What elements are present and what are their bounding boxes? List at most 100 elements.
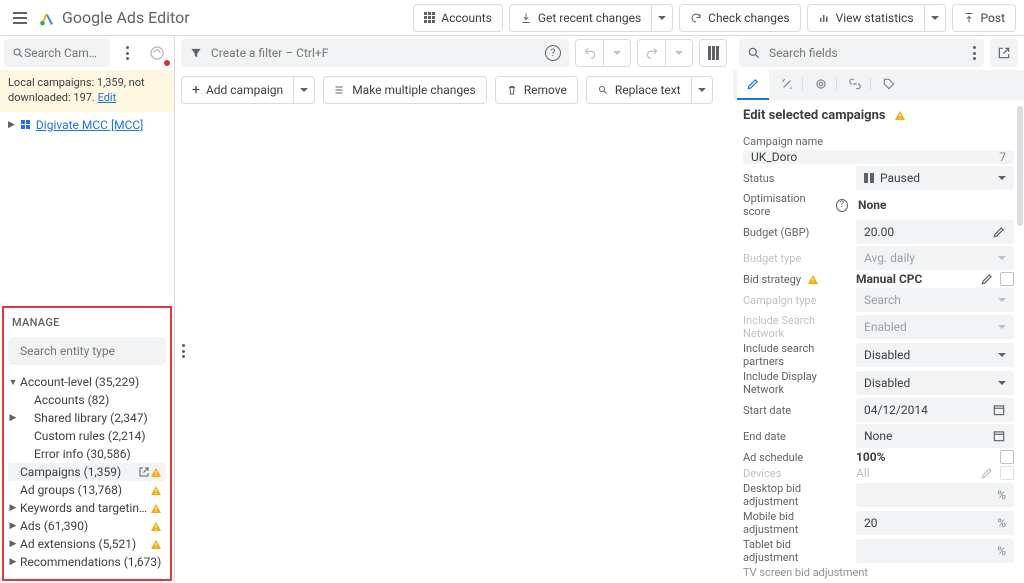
tree-item[interactable]: Campaigns (1,359) — [8, 463, 166, 481]
fields-search[interactable] — [739, 39, 984, 67]
percent-icon: % — [997, 516, 1006, 530]
budget-label: Budget (GBP) — [743, 226, 848, 239]
undo-button[interactable] — [575, 39, 603, 67]
post-button[interactable]: Post — [952, 4, 1016, 32]
tab-link[interactable] — [839, 70, 871, 100]
sync-status-icon[interactable] — [144, 40, 170, 66]
budget-field[interactable]: 20.00 — [856, 220, 1014, 244]
campaign-search[interactable] — [4, 39, 110, 67]
tablet-adj-field[interactable]: % — [856, 539, 1014, 563]
inc-search-net-select: Enabled — [856, 315, 1014, 339]
hamburger-menu[interactable] — [8, 6, 32, 30]
status-label: Status — [743, 172, 848, 185]
tree-item-label: Shared library (2,347) — [20, 411, 162, 425]
start-date-field[interactable]: 04/12/2014 — [856, 398, 1014, 422]
mcc-grid-icon — [21, 120, 30, 129]
mobile-adj-field[interactable]: 20% — [856, 511, 1014, 535]
tree-item[interactable]: ▶Ads (61,390) — [8, 517, 166, 535]
expand-caret-icon: ▶ — [8, 503, 18, 513]
redo-button[interactable] — [637, 39, 665, 67]
filter-icon — [189, 46, 203, 60]
expand-caret-icon: ▶ — [8, 413, 18, 423]
check-changes-button[interactable]: Check changes — [679, 4, 800, 32]
help-icon[interactable]: ? — [836, 199, 848, 212]
edit-panel-title: Edit selected campaigns — [743, 108, 886, 123]
replace-text-button[interactable]: Replace text — [586, 76, 691, 104]
tree-item-label: Error info (30,586) — [20, 447, 162, 461]
tree-item[interactable]: ▶Shared library (2,347) — [8, 409, 166, 427]
tree-item-label: Accounts (82) — [20, 393, 162, 407]
target-icon — [814, 77, 828, 91]
notice-edit-link[interactable]: Edit — [98, 91, 117, 104]
open-external-icon — [138, 466, 150, 478]
tree-item[interactable]: ▶Keywords and targeting (552,778) — [8, 499, 166, 517]
tab-tag[interactable] — [873, 70, 905, 100]
end-date-label: End date — [743, 430, 848, 443]
tree-item[interactable]: Ad groups (13,768) — [8, 481, 166, 499]
account-name-link[interactable]: Digivate MCC [MCC] — [36, 118, 143, 132]
desktop-adj-field[interactable]: % — [856, 483, 1014, 507]
calendar-icon — [992, 403, 1006, 417]
entity-search[interactable] — [8, 337, 166, 365]
account-tree-row[interactable]: ▶ Digivate MCC [MCC] — [0, 112, 174, 138]
tree-item[interactable]: ▼Account-level (35,229) — [8, 373, 166, 391]
popout-button[interactable] — [990, 39, 1018, 67]
calendar-icon — [992, 429, 1006, 443]
columns-button[interactable] — [699, 39, 727, 67]
tree-item[interactable]: ▶Recommendations (1,673) — [8, 553, 166, 571]
checkbox[interactable] — [1000, 272, 1014, 286]
add-campaign-button[interactable]: + Add campaign — [181, 76, 293, 104]
get-recent-caret[interactable] — [651, 4, 673, 32]
tree-item[interactable]: ▶Ad extensions (5,521) — [8, 535, 166, 553]
percent-icon: % — [997, 544, 1006, 558]
tab-edit[interactable] — [737, 70, 769, 100]
remove-button[interactable]: Remove — [495, 76, 578, 104]
campaign-search-input[interactable] — [24, 46, 102, 60]
tree-item-label: Campaigns (1,359) — [20, 465, 134, 479]
inc-partners-select[interactable]: Disabled — [856, 343, 1014, 367]
multi-edit-icon — [334, 84, 346, 96]
accounts-button[interactable]: Accounts — [413, 4, 503, 32]
campaign-name-field[interactable]: UK_Doro 7 — [743, 150, 1014, 164]
make-multiple-changes-button[interactable]: Make multiple changes — [323, 76, 487, 104]
devices-value: All — [856, 466, 974, 480]
search-icon — [747, 46, 761, 60]
editor-tabs — [733, 70, 1024, 100]
end-date-field[interactable]: None — [856, 424, 1014, 448]
undo-caret[interactable] — [603, 39, 631, 67]
get-recent-changes-button[interactable]: Get recent changes — [509, 4, 651, 32]
pencil-icon — [992, 225, 1006, 239]
filter-box[interactable]: ? — [181, 39, 569, 67]
entity-search-input[interactable] — [20, 344, 176, 358]
manage-panel: MANAGE ▼Account-level (35,229)Accounts (… — [2, 306, 172, 581]
warning-icon — [150, 485, 162, 496]
tree-item-label: Ad extensions (5,521) — [20, 537, 150, 551]
replace-text-caret[interactable] — [691, 76, 713, 104]
fields-search-more[interactable] — [973, 46, 976, 60]
tree-item[interactable]: Accounts (82) — [8, 391, 166, 409]
char-count: 7 — [999, 150, 1006, 164]
tab-wand[interactable] — [771, 70, 803, 100]
fields-search-input[interactable] — [769, 46, 965, 60]
pencil-icon — [746, 77, 760, 91]
status-select[interactable]: Paused — [856, 166, 1014, 190]
inc-display-select[interactable]: Disabled — [856, 371, 1014, 395]
pencil-icon[interactable] — [980, 272, 994, 286]
tree-item[interactable]: Error info (30,586) — [8, 445, 166, 463]
tab-target[interactable] — [805, 70, 837, 100]
bid-strategy-label: Bid strategy — [743, 273, 848, 286]
view-statistics-button[interactable]: View statistics — [807, 4, 924, 32]
tree-item-label: Ad groups (13,768) — [20, 483, 150, 497]
tree-item[interactable]: Custom rules (2,214) — [8, 427, 166, 445]
view-statistics-caret[interactable] — [924, 4, 946, 32]
checkbox[interactable] — [1000, 450, 1014, 464]
scrollbar[interactable] — [1017, 106, 1023, 226]
campaign-search-more[interactable] — [114, 40, 140, 66]
add-campaign-caret[interactable] — [293, 76, 315, 104]
link-icon — [848, 77, 862, 91]
redo-caret[interactable] — [665, 39, 693, 67]
mobile-adj-label: Mobile bid adjustment — [743, 510, 848, 536]
filter-input[interactable] — [211, 46, 537, 60]
help-icon[interactable]: ? — [545, 45, 561, 61]
refresh-icon — [690, 12, 702, 24]
